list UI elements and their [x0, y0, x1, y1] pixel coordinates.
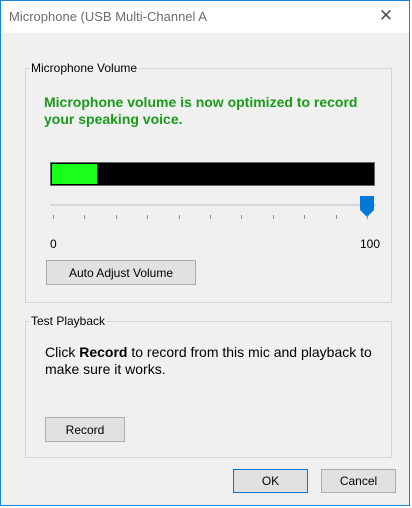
volume-slider-tick	[336, 215, 337, 219]
close-icon[interactable]: ✕	[363, 1, 409, 31]
ok-button[interactable]: OK	[233, 469, 308, 493]
volume-slider-tick	[116, 215, 117, 219]
volume-status-message: Microphone volume is now optimized to re…	[44, 94, 358, 127]
volume-scale-max: 100	[360, 237, 381, 251]
cancel-button[interactable]: Cancel	[321, 469, 396, 493]
test-playback-legend: Test Playback	[31, 314, 106, 328]
auto-adjust-volume-button[interactable]: Auto Adjust Volume	[46, 260, 196, 285]
volume-slider-tick	[179, 215, 180, 219]
playback-instructions: Click Record to record from this mic and…	[45, 344, 390, 378]
input-level-meter	[50, 162, 375, 186]
window-title: Microphone (USB Multi-Channel A	[9, 9, 207, 24]
volume-slider-tick	[53, 215, 54, 219]
volume-slider[interactable]	[50, 194, 376, 224]
volume-slider-thumb[interactable]	[360, 196, 374, 217]
volume-slider-tick	[147, 215, 148, 219]
title-bar[interactable]: Microphone (USB Multi-Channel A ✕	[1, 1, 409, 33]
volume-slider-track	[50, 204, 376, 206]
volume-slider-tick	[210, 215, 211, 219]
microphone-volume-legend: Microphone Volume	[31, 61, 138, 75]
instruction-bold-record: Record	[79, 344, 128, 360]
input-level-meter-fill	[52, 164, 97, 184]
record-button[interactable]: Record	[45, 417, 125, 442]
volume-slider-tick	[273, 215, 274, 219]
volume-slider-tick	[367, 215, 368, 219]
volume-slider-tick	[304, 215, 305, 219]
volume-scale-min: 0	[50, 237, 57, 251]
instruction-prefix: Click	[45, 344, 80, 360]
volume-slider-tick	[241, 215, 242, 219]
volume-slider-tick	[84, 215, 85, 219]
